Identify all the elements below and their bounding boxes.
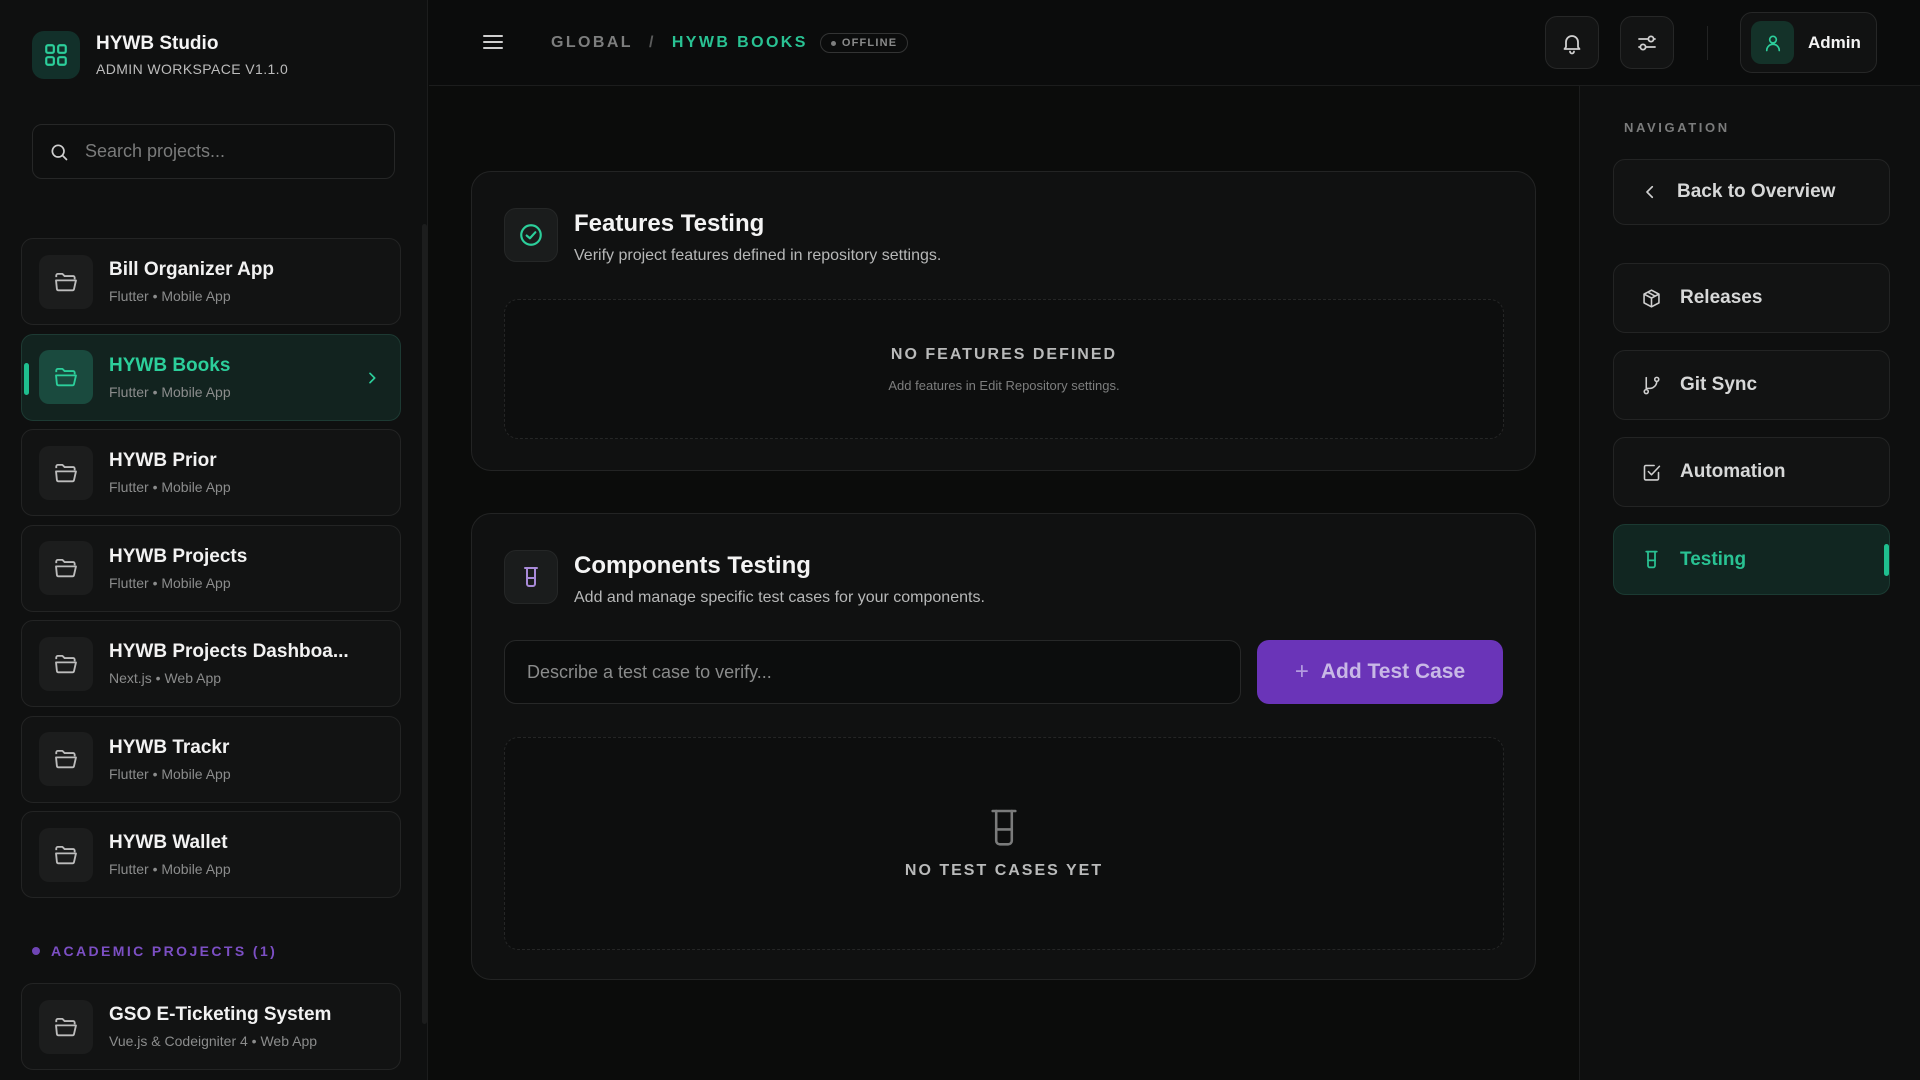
- project-name: HYWB Projects Dashboa...: [109, 641, 349, 662]
- project-item-gso-e-ticketing[interactable]: GSO E-Ticketing System Vue.js & Codeigni…: [21, 983, 401, 1070]
- folder-icon: [39, 541, 93, 595]
- sidebar: HYWB Studio ADMIN WORKSPACE V1.1.0 Bill …: [0, 0, 428, 1080]
- academic-label-text: ACADEMIC PROJECTS (1): [51, 943, 278, 959]
- features-empty-subtitle: Add features in Edit Repository settings…: [888, 377, 1120, 393]
- academic-project-list: GSO E-Ticketing System Vue.js & Codeigni…: [21, 983, 401, 1079]
- nav-item-label: Testing: [1680, 548, 1747, 570]
- project-item-hywb-wallet[interactable]: HYWB Wallet Flutter • Mobile App: [21, 811, 401, 898]
- features-title: Features Testing: [574, 210, 765, 237]
- project-meta: Next.js • Web App: [109, 670, 222, 686]
- search-box[interactable]: [32, 124, 395, 179]
- project-meta: Flutter • Mobile App: [109, 861, 231, 877]
- components-title: Components Testing: [574, 552, 811, 579]
- components-testing-card: Components Testing Add and manage specif…: [471, 513, 1536, 980]
- brand-title: HYWB Studio: [96, 33, 219, 54]
- project-name: HYWB Trackr: [109, 736, 230, 758]
- nav-item-git-sync[interactable]: Git Sync: [1613, 350, 1890, 420]
- features-testing-card: Features Testing Verify project features…: [471, 171, 1536, 471]
- check-circle-icon: [504, 208, 558, 262]
- search-input[interactable]: [85, 141, 375, 162]
- sidebar-scrollbar[interactable]: [422, 224, 427, 1024]
- project-item-hywb-projects-dashboard[interactable]: HYWB Projects Dashboa... Next.js • Web A…: [21, 620, 401, 707]
- project-name: HYWB Books: [109, 354, 231, 376]
- section-dot-icon: [32, 947, 40, 955]
- beaker-empty-icon: [987, 808, 1021, 848]
- nav-item-label: Git Sync: [1680, 374, 1758, 395]
- test-case-input[interactable]: [504, 640, 1241, 704]
- nav-item-label: Automation: [1680, 461, 1786, 482]
- features-empty-state: NO FEATURES DEFINED Add features in Edit…: [504, 299, 1504, 439]
- project-item-hywb-trackr[interactable]: HYWB Trackr Flutter • Mobile App: [21, 715, 401, 803]
- beaker-icon: [504, 550, 558, 604]
- nav-item-releases[interactable]: Releases: [1613, 263, 1890, 333]
- project-meta: Flutter • Mobile App: [109, 288, 231, 304]
- folder-icon: [39, 636, 93, 691]
- brand-subtitle: ADMIN WORKSPACE V1.1.0: [96, 61, 289, 77]
- settings-button[interactable]: [1620, 16, 1674, 69]
- status-badge: OFFLINE: [819, 33, 909, 53]
- chevron-left-icon: [1641, 183, 1659, 201]
- sliders-icon: [1635, 31, 1659, 55]
- components-description: Add and manage specific test cases for y…: [574, 589, 985, 606]
- topbar-divider: [1707, 26, 1708, 60]
- breadcrumb-global[interactable]: GLOBAL: [551, 34, 633, 52]
- user-icon: [1751, 21, 1794, 64]
- folder-icon: [39, 445, 93, 500]
- folder-icon: [39, 732, 93, 786]
- breadcrumb-separator: /: [648, 34, 656, 51]
- add-test-case-label: Add Test Case: [1320, 660, 1466, 683]
- check-square-icon: [1641, 462, 1662, 483]
- project-name: GSO E-Ticketing System: [109, 1004, 332, 1025]
- project-list: Bill Organizer App Flutter • Mobile App …: [21, 238, 401, 907]
- project-item-hywb-projects[interactable]: HYWB Projects Flutter • Mobile App: [21, 524, 401, 612]
- project-name: HYWB Projects: [109, 545, 248, 567]
- academic-section-label[interactable]: ACADEMIC PROJECTS (1): [32, 943, 277, 959]
- features-description: Verify project features defined in repos…: [574, 247, 942, 264]
- project-meta: Flutter • Mobile App: [109, 574, 231, 591]
- test-cases-empty-state: NO TEST CASES YET: [504, 737, 1504, 950]
- package-icon: [1641, 288, 1662, 309]
- navigation-label: NAVIGATION: [1624, 120, 1730, 135]
- breadcrumb: GLOBAL / HYWB BOOKS OFFLINE: [551, 33, 909, 53]
- folder-open-icon: [39, 350, 93, 404]
- grid-logo-icon: [32, 31, 80, 79]
- project-name: Bill Organizer App: [109, 259, 275, 280]
- status-dot-icon: [830, 40, 836, 46]
- add-test-case-button[interactable]: + Add Test Case: [1257, 640, 1503, 704]
- nav-item-automation[interactable]: Automation: [1613, 437, 1890, 507]
- chevron-right-icon: [364, 370, 380, 386]
- notifications-button[interactable]: [1545, 16, 1599, 69]
- user-menu-button[interactable]: Admin: [1740, 12, 1877, 73]
- features-empty-title: NO FEATURES DEFINED: [890, 345, 1118, 363]
- nav-item-label: Releases: [1680, 287, 1763, 308]
- git-branch-icon: [1641, 375, 1662, 396]
- nav-item-testing[interactable]: Testing: [1613, 524, 1890, 595]
- folder-icon: [39, 827, 93, 882]
- breadcrumb-current: HYWB BOOKS: [671, 34, 808, 51]
- back-to-overview-button[interactable]: Back to Overview: [1613, 159, 1890, 225]
- menu-icon[interactable]: [481, 30, 505, 54]
- project-meta: Flutter • Mobile App: [109, 479, 231, 495]
- status-badge-text: OFFLINE: [841, 37, 898, 49]
- folder-icon: [39, 254, 93, 309]
- project-item-hywb-books[interactable]: HYWB Books Flutter • Mobile App: [21, 333, 401, 421]
- project-meta: Flutter • Mobile App: [109, 383, 231, 400]
- project-item-hywb-prior[interactable]: HYWB Prior Flutter • Mobile App: [21, 429, 401, 516]
- beaker-icon: [1641, 549, 1662, 570]
- topbar: GLOBAL / HYWB BOOKS OFFLINE Admin: [429, 0, 1920, 86]
- plus-icon: +: [1294, 658, 1309, 685]
- test-cases-empty-title: NO TEST CASES YET: [904, 861, 1104, 879]
- search-icon: [49, 142, 69, 162]
- project-item-bill-organizer[interactable]: Bill Organizer App Flutter • Mobile App: [21, 238, 401, 325]
- brand[interactable]: HYWB Studio ADMIN WORKSPACE V1.1.0: [32, 31, 288, 79]
- bell-icon: [1560, 31, 1584, 55]
- user-name: Admin: [1808, 32, 1861, 52]
- back-label: Back to Overview: [1677, 181, 1836, 202]
- project-name: HYWB Prior: [109, 450, 217, 471]
- project-meta: Flutter • Mobile App: [109, 765, 231, 782]
- right-navigation: NAVIGATION Back to Overview Releases Git…: [1579, 86, 1920, 1080]
- project-meta: Vue.js & Codeigniter 4 • Web App: [109, 1033, 318, 1049]
- project-name: HYWB Wallet: [109, 832, 228, 853]
- folder-icon: [39, 999, 93, 1054]
